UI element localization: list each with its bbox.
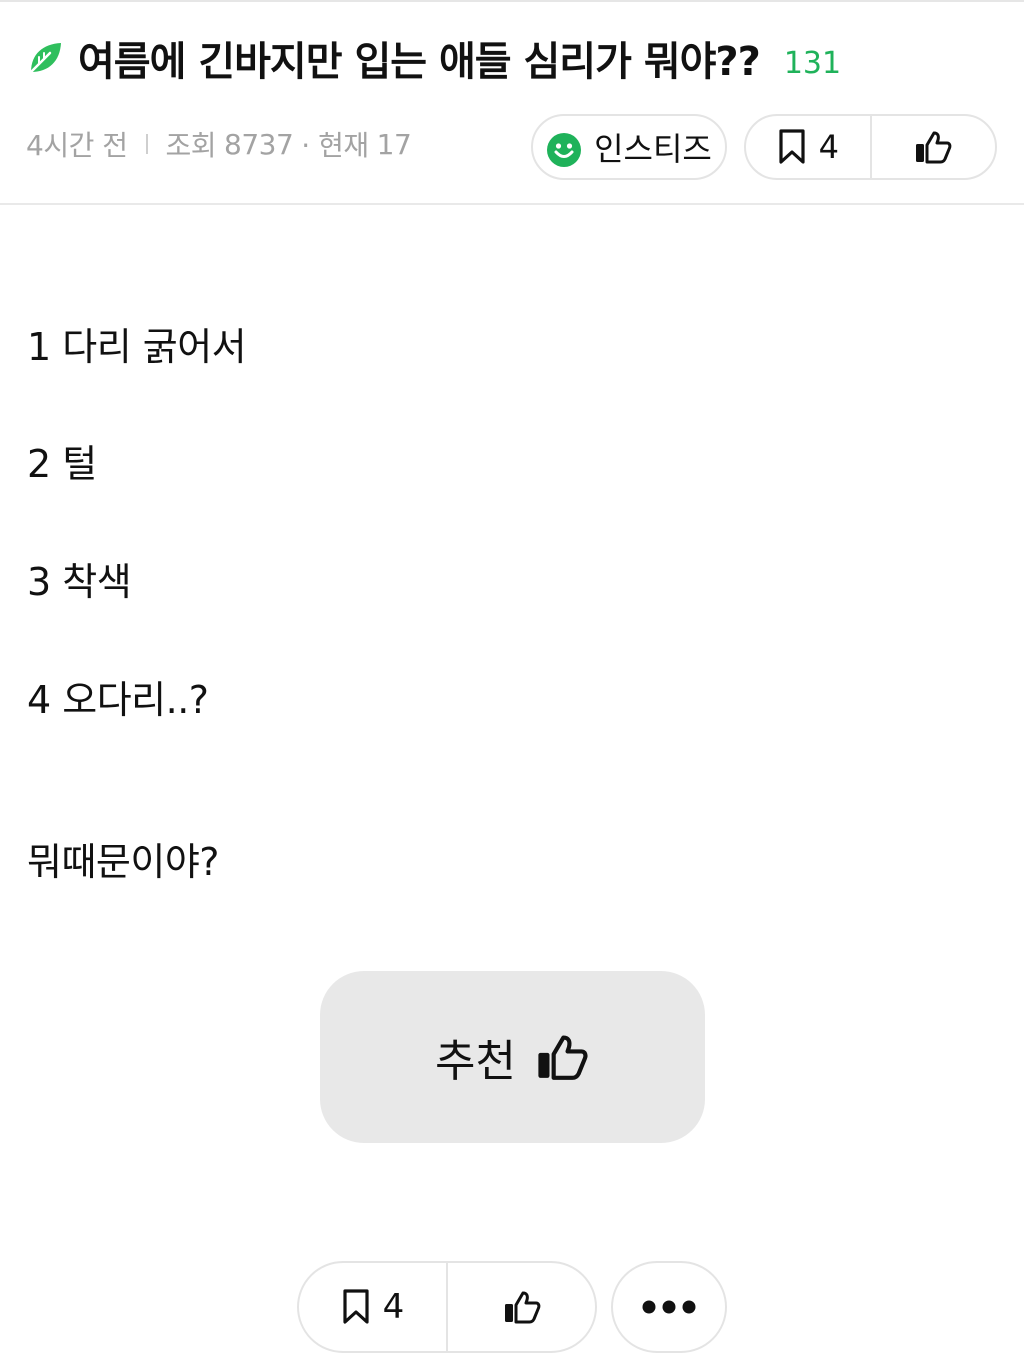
post-time: 4시간 전 bbox=[26, 129, 128, 162]
thumbs-up-icon bbox=[534, 1032, 590, 1082]
current-label: · 현재 bbox=[301, 129, 369, 162]
leaf-icon bbox=[26, 39, 64, 77]
bottom-bookmark-button[interactable]: 4 bbox=[299, 1263, 446, 1351]
views-count: 8737 bbox=[224, 127, 294, 161]
bookmark-icon bbox=[777, 128, 807, 166]
category-button[interactable]: 인스티즈 bbox=[531, 114, 727, 180]
smile-icon bbox=[546, 132, 582, 168]
thumbs-up-icon bbox=[503, 1289, 541, 1325]
recommend-button[interactable]: 추천 bbox=[320, 971, 705, 1143]
current-count: 17 bbox=[376, 127, 412, 161]
content-line-1: 1 다리 굵어서 bbox=[27, 325, 247, 369]
views-label: 조회 bbox=[165, 129, 217, 162]
more-dots-icon bbox=[641, 1299, 697, 1315]
post-header: 여름에 긴바지만 입는 애들 심리가 뭐야?? 131 4시간 전 조회 873… bbox=[0, 0, 1024, 205]
content-line-2: 2 털 bbox=[27, 442, 97, 486]
bottom-actions: 4 bbox=[297, 1261, 597, 1353]
comment-count[interactable]: 131 bbox=[784, 46, 841, 81]
meta-divider bbox=[145, 134, 148, 154]
content-line-3: 3 착색 bbox=[27, 560, 132, 604]
category-label: 인스티즈 bbox=[594, 130, 712, 168]
bottom-bookmark-count: 4 bbox=[382, 1287, 405, 1327]
content-line-4: 4 오다리..? bbox=[27, 678, 209, 722]
header-actions: 4 bbox=[744, 114, 997, 180]
title-row: 여름에 긴바지만 입는 애들 심리가 뭐야?? 131 bbox=[26, 28, 841, 88]
post-meta: 4시간 전 조회 8737 · 현재 17 bbox=[26, 124, 412, 164]
more-button[interactable] bbox=[611, 1261, 727, 1353]
thumbs-up-icon bbox=[914, 129, 952, 165]
bookmark-icon bbox=[341, 1288, 371, 1326]
recommend-label: 추천 bbox=[435, 1036, 516, 1087]
bookmark-button[interactable]: 4 bbox=[746, 116, 870, 178]
content-line-5: 뭐때문이야? bbox=[27, 840, 219, 884]
bottom-like-button[interactable] bbox=[446, 1263, 595, 1351]
like-button[interactable] bbox=[869, 116, 996, 178]
bookmark-count: 4 bbox=[818, 128, 839, 166]
post-title: 여름에 긴바지만 입는 애들 심리가 뭐야?? bbox=[78, 39, 761, 85]
